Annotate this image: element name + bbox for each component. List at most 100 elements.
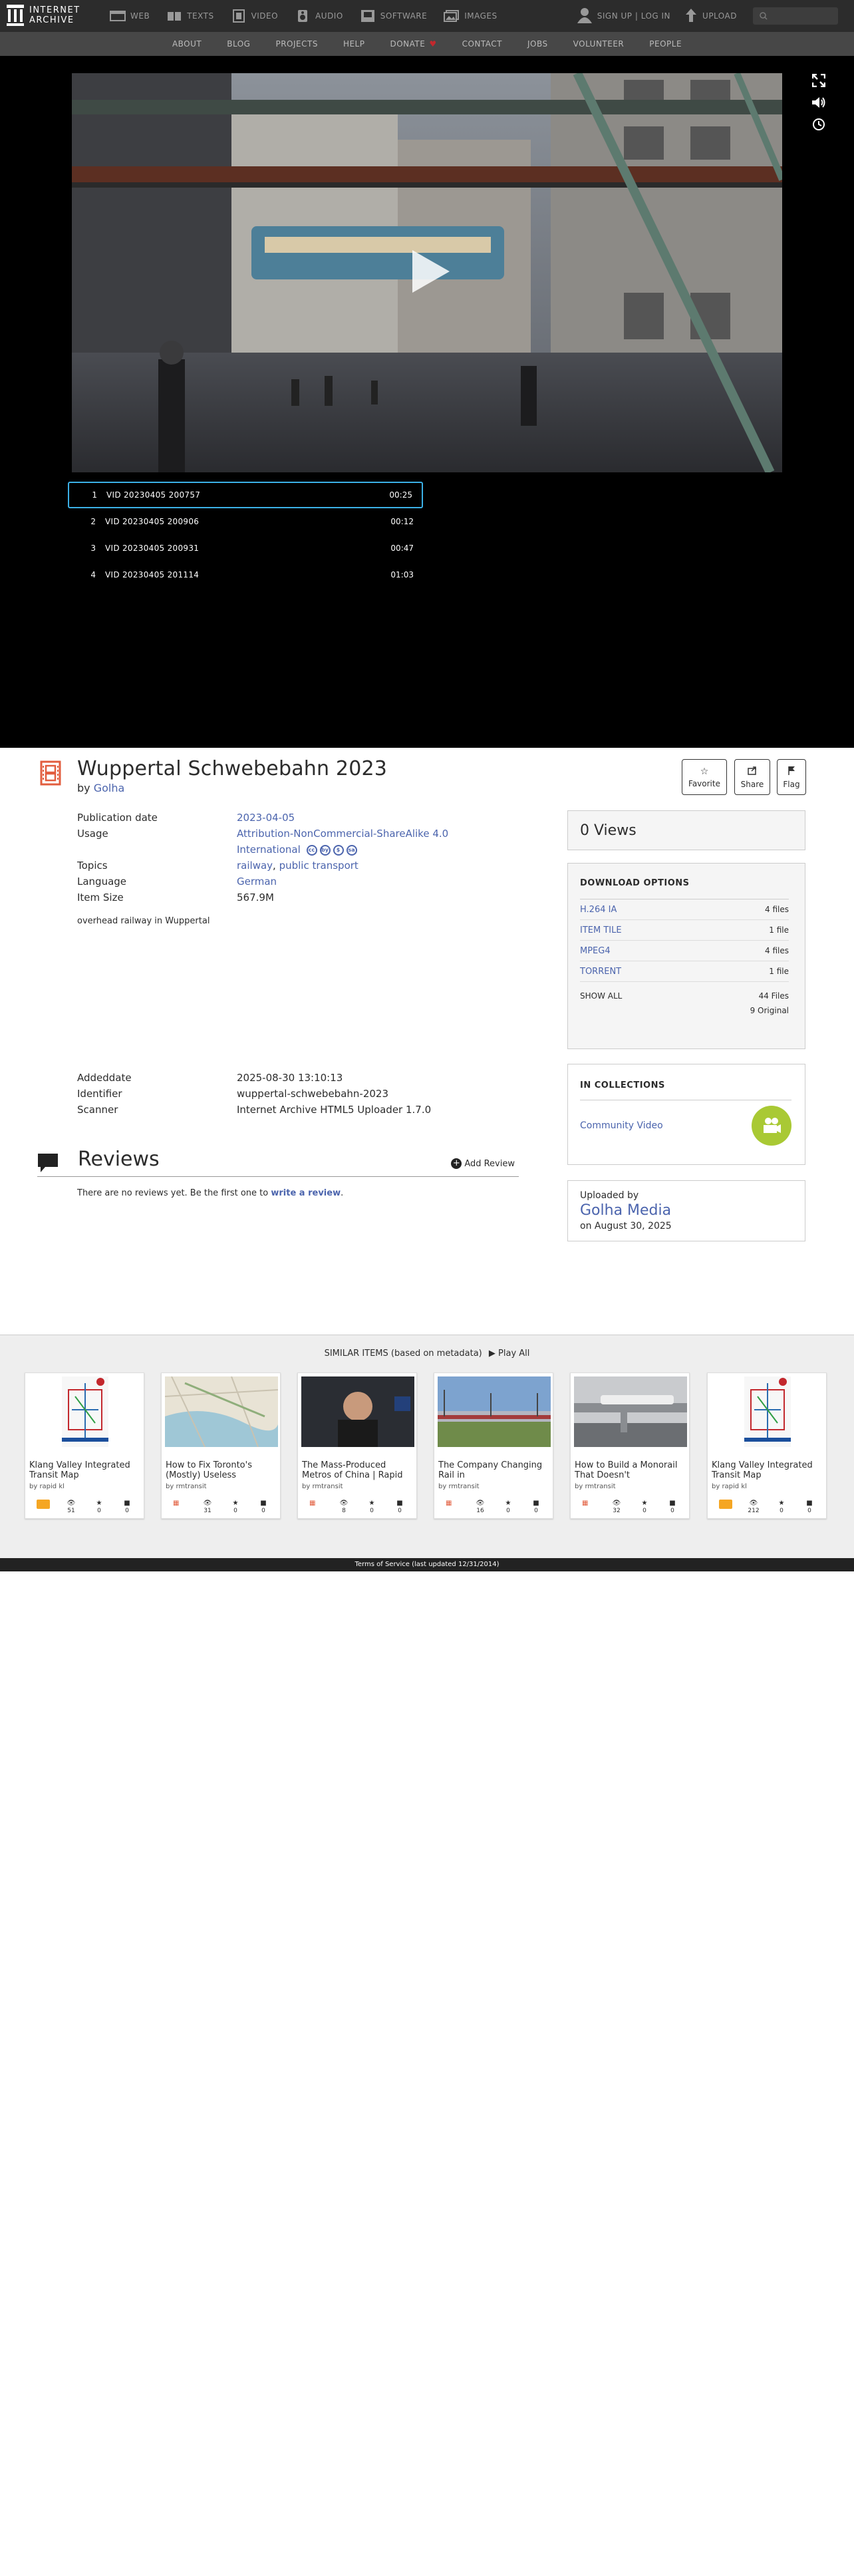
book-icon (719, 1500, 732, 1509)
book-icon (37, 1500, 50, 1509)
author-link[interactable]: Golha (94, 782, 125, 794)
topic-link[interactable]: public transport (279, 860, 358, 872)
web-icon (109, 9, 126, 23)
signin-link[interactable]: SIGN UP | LOG IN (577, 7, 670, 25)
video-icon (230, 9, 247, 23)
download-link[interactable]: TORRENT (580, 967, 621, 977)
film-icon: ▦ (446, 1500, 452, 1507)
ia-logo-icon (7, 5, 24, 26)
write-review-link[interactable]: write a review (271, 1188, 341, 1198)
item-size: 567.9M (237, 891, 274, 903)
card-thumbnail (574, 1376, 687, 1447)
play-all-button[interactable]: ▶ Play All (489, 1349, 530, 1359)
topic-separator: , (273, 860, 276, 872)
footer-terms[interactable]: Terms of Service (last updated 12/31/201… (0, 1558, 854, 1571)
similar-card[interactable]: The Company Changing Rail in by rmtransi… (434, 1372, 553, 1519)
video-theater: 1 VID 20230405 200757 00:25 2 VID 202304… (0, 56, 854, 748)
collection-link[interactable]: Community Video (580, 1120, 663, 1131)
subnav-people[interactable]: PEOPLE (649, 39, 682, 49)
nav-web[interactable]: WEB (109, 9, 150, 23)
upload-link[interactable]: UPLOAD (685, 8, 737, 25)
download-link[interactable]: ITEM TILE (580, 925, 622, 935)
favorite-label: Favorite (688, 778, 720, 788)
share-button[interactable]: Share (734, 759, 770, 795)
playlist-number: 4 (90, 570, 96, 579)
community-video-icon[interactable] (752, 1106, 791, 1146)
signin-label: SIGN UP | LOG IN (597, 11, 671, 21)
subnav-about[interactable]: ABOUT (172, 39, 202, 49)
card-thumbnail (29, 1376, 142, 1447)
cc-license-icons[interactable]: cc by $ sa (306, 844, 360, 856)
texts-icon (166, 9, 183, 23)
meta-pubdate: Publication date 2023-04-05 (77, 810, 516, 826)
subnav-projects[interactable]: PROJECTS (275, 39, 317, 49)
similar-heading: SIMILAR ITEMS (based on metadata) (324, 1349, 482, 1359)
download-link[interactable]: H.264 IA (580, 905, 617, 915)
logo-line-2: ARCHIVE (29, 15, 74, 25)
favorite-button[interactable]: ☆ Favorite (682, 759, 727, 795)
card-favs: 0 (370, 1508, 374, 1514)
meta-scanner: Scanner Internet Archive HTML5 Uploader … (77, 1102, 516, 1118)
card-reviews: 0 (534, 1508, 538, 1514)
meta-topics: Topics railway, public transport (77, 858, 516, 874)
fav-icon: ★ (368, 1500, 375, 1507)
flag-label: Flag (783, 779, 800, 789)
playlist-item[interactable]: 3 VID 20230405 200931 00:47 (68, 535, 423, 562)
subnav-contact[interactable]: CONTACT (462, 39, 502, 49)
subnav-jobs[interactable]: JOBS (527, 39, 548, 49)
film-icon: ▦ (173, 1500, 180, 1507)
topic-link[interactable]: railway (237, 860, 273, 872)
item-title: Wuppertal Schwebebahn 2023 (77, 757, 388, 780)
video-player[interactable] (72, 73, 782, 472)
fullscreen-icon[interactable] (811, 73, 826, 88)
card-views: 212 (748, 1508, 760, 1514)
search-input[interactable] (753, 7, 838, 25)
comment-icon (37, 1153, 59, 1173)
playlist-item[interactable]: 1 VID 20230405 200757 00:25 (68, 482, 423, 508)
by-label: by (77, 782, 90, 794)
software-icon (359, 9, 376, 23)
download-link[interactable]: MPEG4 (580, 946, 611, 956)
collections-title: IN COLLECTIONS (580, 1080, 791, 1100)
nav-audio[interactable]: AUDIO (294, 9, 343, 23)
license-link[interactable]: Attribution-NonCommercial-ShareAlike 4.0 (237, 828, 448, 840)
subnav-blog[interactable]: BLOG (227, 39, 250, 49)
pubdate-link[interactable]: 2023-04-05 (237, 810, 516, 826)
subnav-volunteer[interactable]: VOLUNTEER (573, 39, 625, 49)
uploader-link[interactable]: Golha Media (580, 1201, 805, 1221)
review-icon: ■ (260, 1500, 267, 1507)
added-date: 2025-08-30 13:10:13 (237, 1072, 343, 1084)
similar-card[interactable]: Klang Valley Integrated Transit Map by r… (25, 1372, 144, 1519)
show-all-link[interactable]: SHOW ALL (580, 991, 622, 1001)
star-icon: ☆ (700, 766, 709, 777)
playlist-title: VID 20230405 200906 (105, 517, 200, 526)
license-link-line2[interactable]: International (237, 844, 301, 856)
card-author: by rmtransit (166, 1483, 207, 1490)
subnav-donate[interactable]: DONATE ♥ (390, 39, 436, 49)
similar-card[interactable]: Klang Valley Integrated Transit Map by r… (707, 1372, 827, 1519)
similar-card[interactable]: How to Fix Toronto's (Mostly) Useless by… (161, 1372, 281, 1519)
nav-images[interactable]: IMAGES (443, 9, 497, 23)
ia-logo[interactable]: INTERNET ARCHIVE (7, 5, 80, 26)
clock-icon[interactable] (811, 117, 826, 132)
volume-icon[interactable] (811, 95, 826, 110)
nav-video[interactable]: VIDEO (230, 9, 279, 23)
views-icon: 👁 (749, 1500, 758, 1507)
add-review-button[interactable]: + Add Review (451, 1158, 515, 1169)
plus-icon: + (451, 1158, 462, 1169)
review-icon: ■ (669, 1500, 676, 1507)
language-link[interactable]: German (237, 874, 516, 889)
download-row: H.264 IA 4 files (580, 899, 789, 920)
similar-card[interactable]: The Mass-Produced Metros of China | Rapi… (297, 1372, 417, 1519)
flag-button[interactable]: Flag (777, 759, 806, 795)
playlist-item[interactable]: 4 VID 20230405 201114 01:03 (68, 562, 423, 588)
play-icon[interactable] (412, 250, 450, 293)
nav-texts[interactable]: TEXTS (166, 9, 214, 23)
similar-card[interactable]: How to Build a Monorail That Doesn't by … (570, 1372, 690, 1519)
reviews-header: Reviews + Add Review (37, 1148, 519, 1177)
playlist-item[interactable]: 2 VID 20230405 200906 00:12 (68, 508, 423, 535)
subnav-help[interactable]: HELP (343, 39, 365, 49)
play-all-label: Play All (498, 1349, 530, 1359)
nav-software[interactable]: SOFTWARE (359, 9, 427, 23)
byline: by Golha (77, 782, 124, 794)
